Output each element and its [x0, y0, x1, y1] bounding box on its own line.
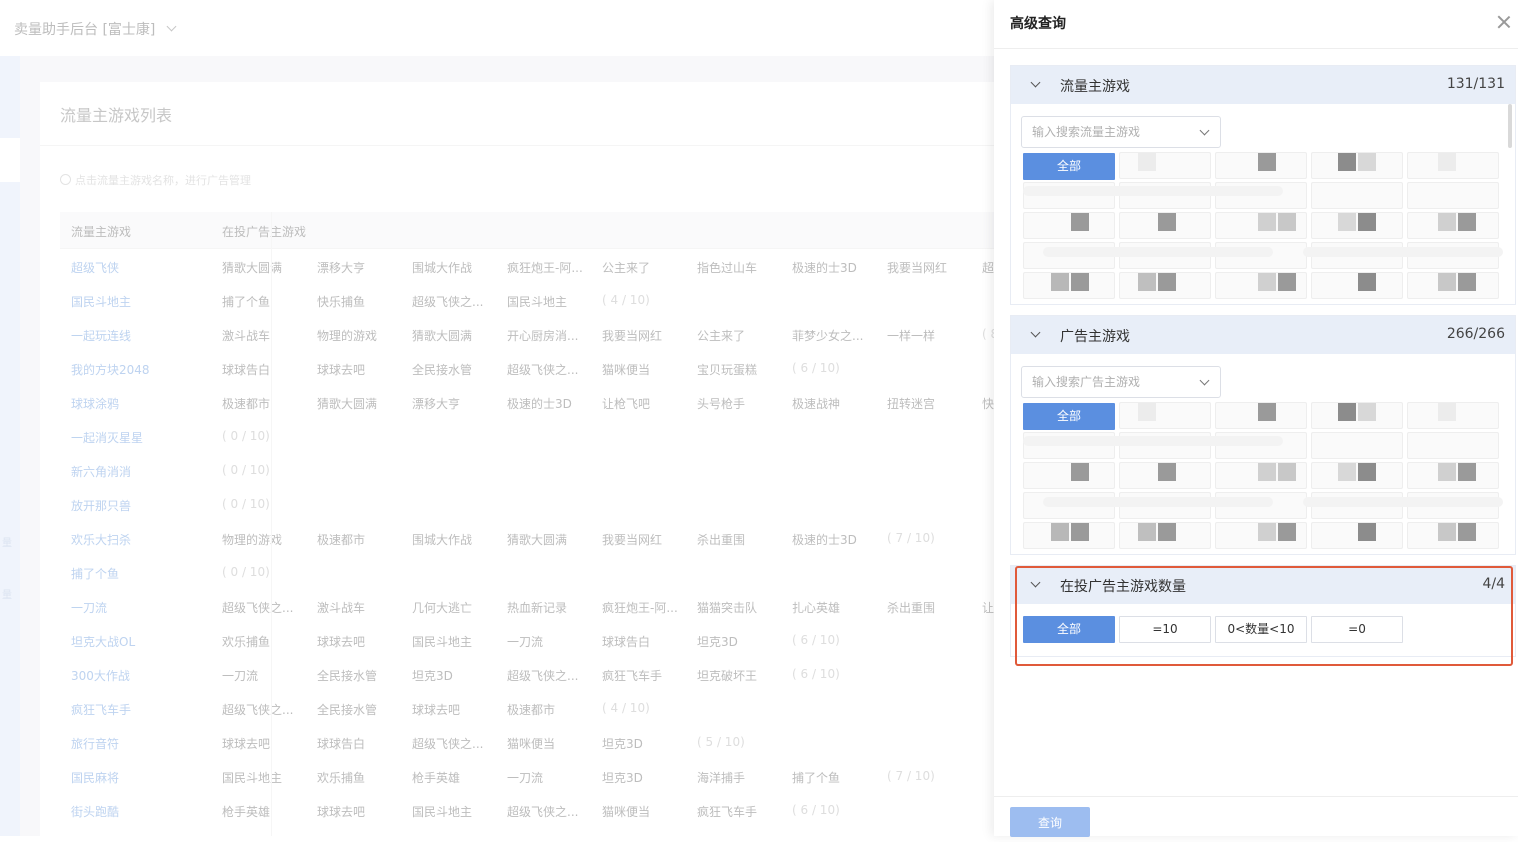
- redacted-block: [1158, 273, 1176, 291]
- search-input[interactable]: [1030, 124, 1194, 140]
- panel-title: 流量主游戏: [1060, 79, 1130, 95]
- close-icon[interactable]: [1496, 14, 1512, 30]
- panel-advertiser-games: 广告主游戏 266/266 全部: [1010, 315, 1516, 555]
- redacted-block: [1158, 213, 1176, 231]
- redacted-block: [1258, 463, 1276, 481]
- redacted-block: [1278, 273, 1296, 291]
- redacted-smear: [1023, 436, 1283, 446]
- redacted-block: [1458, 463, 1476, 481]
- redacted-block: [1258, 153, 1276, 171]
- redacted-block: [1051, 273, 1069, 291]
- redacted-block: [1358, 523, 1376, 541]
- all-button[interactable]: 全部: [1023, 153, 1115, 180]
- redacted-block: [1278, 523, 1296, 541]
- redacted-block: [1438, 403, 1456, 421]
- redacted-block: [1051, 523, 1069, 541]
- panel-header[interactable]: 流量主游戏 131/131: [1011, 66, 1515, 104]
- chevron-down-icon[interactable]: [1199, 375, 1210, 386]
- publisher-search-select[interactable]: [1021, 116, 1221, 148]
- redacted-smear: [1023, 186, 1283, 196]
- redacted-block: [1158, 523, 1176, 541]
- drawer-title: 高级查询: [1010, 16, 1066, 32]
- redacted-block: [1278, 463, 1296, 481]
- redacted-block: [1358, 153, 1376, 171]
- redacted-block: [1258, 213, 1276, 231]
- game-option[interactable]: [1023, 462, 1115, 489]
- game-option[interactable]: [1119, 402, 1211, 429]
- game-option[interactable]: [1023, 212, 1115, 239]
- redacted-block: [1438, 153, 1456, 171]
- game-option[interactable]: [1023, 522, 1115, 549]
- redacted-smear: [1023, 554, 1499, 555]
- game-option[interactable]: [1311, 272, 1403, 299]
- redacted-block: [1438, 523, 1456, 541]
- redacted-block: [1338, 463, 1356, 481]
- redacted-block: [1338, 403, 1356, 421]
- game-option[interactable]: [1311, 212, 1403, 239]
- redacted-block: [1338, 153, 1356, 171]
- highlight-box: [1015, 566, 1513, 666]
- game-option[interactable]: [1311, 152, 1403, 179]
- redacted-block: [1458, 523, 1476, 541]
- panel-title: 广告主游戏: [1060, 329, 1130, 345]
- redacted-block: [1358, 273, 1376, 291]
- redacted-block: [1338, 213, 1356, 231]
- chevron-down-icon[interactable]: [1030, 77, 1041, 88]
- chevron-down-icon[interactable]: [1030, 327, 1041, 338]
- redacted-block: [1258, 403, 1276, 421]
- redacted-block: [1071, 273, 1089, 291]
- game-option[interactable]: [1407, 432, 1499, 459]
- redacted-block: [1071, 463, 1089, 481]
- advertiser-search-select[interactable]: [1021, 366, 1221, 398]
- redacted-smear: [1023, 304, 1499, 305]
- game-option[interactable]: [1407, 182, 1499, 209]
- redacted-block: [1278, 213, 1296, 231]
- drawer-footer: 查询: [994, 796, 1518, 837]
- game-option[interactable]: [1311, 432, 1403, 459]
- redacted-block: [1258, 273, 1276, 291]
- drawer-header: 高级查询: [994, 0, 1518, 49]
- panel-header[interactable]: 广告主游戏 266/266: [1011, 316, 1515, 354]
- redacted-block: [1071, 213, 1089, 231]
- game-option[interactable]: [1119, 152, 1211, 179]
- redacted-smear: [1303, 497, 1503, 507]
- panel-count: 131/131: [1446, 76, 1505, 92]
- redacted-block: [1438, 273, 1456, 291]
- all-button[interactable]: 全部: [1023, 403, 1115, 430]
- advanced-query-drawer: 高级查询 流量主游戏 131/131 全部 广告主游戏 266/266 全部: [994, 0, 1518, 837]
- redacted-block: [1458, 273, 1476, 291]
- redacted-block: [1458, 213, 1476, 231]
- redacted-block: [1258, 523, 1276, 541]
- game-option[interactable]: [1311, 182, 1403, 209]
- redacted-block: [1358, 213, 1376, 231]
- chevron-down-icon[interactable]: [1199, 125, 1210, 136]
- scrollbar[interactable]: [1508, 104, 1512, 148]
- game-option[interactable]: [1311, 462, 1403, 489]
- redacted-block: [1438, 213, 1456, 231]
- redacted-block: [1138, 403, 1156, 421]
- redacted-block: [1158, 463, 1176, 481]
- redacted-block: [1138, 523, 1156, 541]
- redacted-block: [1438, 463, 1456, 481]
- search-input[interactable]: [1030, 374, 1194, 390]
- redacted-smear: [1043, 247, 1273, 257]
- game-option[interactable]: [1311, 402, 1403, 429]
- game-option[interactable]: [1023, 272, 1115, 299]
- redacted-block: [1358, 463, 1376, 481]
- panel-count: 266/266: [1446, 326, 1505, 342]
- redacted-block: [1138, 273, 1156, 291]
- redacted-smear: [1043, 497, 1273, 507]
- redacted-block: [1138, 153, 1156, 171]
- redacted-block: [1071, 523, 1089, 541]
- redacted-block: [1358, 403, 1376, 421]
- redacted-smear: [1303, 247, 1503, 257]
- game-option[interactable]: [1311, 522, 1403, 549]
- query-button[interactable]: 查询: [1010, 807, 1090, 837]
- panel-publisher-games: 流量主游戏 131/131 全部: [1010, 65, 1516, 305]
